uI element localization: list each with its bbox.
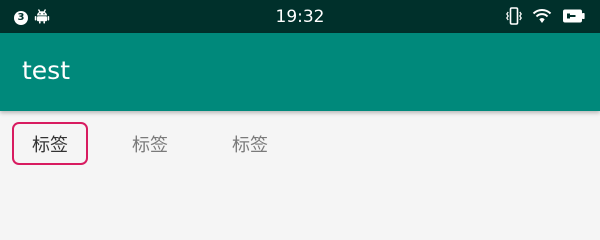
tab-bar: 标签 标签 标签	[0, 111, 600, 201]
wifi-icon	[532, 7, 552, 29]
tab-2[interactable]: 标签	[112, 122, 188, 165]
tab-3[interactable]: 标签	[212, 122, 288, 165]
app-title: test	[22, 56, 71, 85]
vibrate-icon	[506, 6, 522, 30]
status-bar: 3 19:32	[0, 0, 600, 33]
app-bar: test	[0, 33, 600, 111]
tab-1[interactable]: 标签	[12, 122, 88, 165]
status-bar-right	[506, 6, 586, 30]
battery-icon	[562, 8, 586, 28]
